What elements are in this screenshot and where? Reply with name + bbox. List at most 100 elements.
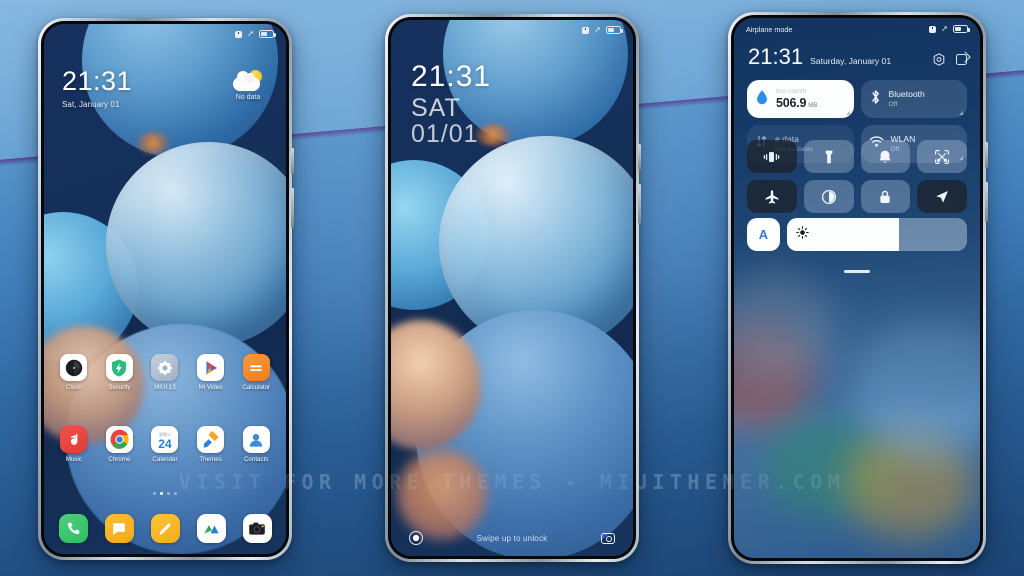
bluetooth-card[interactable]: Bluetooth Off: [860, 80, 967, 118]
app-mi-video[interactable]: Mi Video: [188, 354, 234, 391]
home-clock-date: Sat, January 01: [62, 100, 120, 109]
app-label: Calculator: [242, 384, 271, 391]
app-label: Clock: [66, 384, 82, 391]
data-usage-card[interactable]: this month 506.9 MB: [747, 80, 854, 118]
airplane-icon: ➚: [247, 29, 254, 38]
app-themes[interactable]: Themes: [188, 426, 234, 463]
location-toggle[interactable]: [917, 180, 967, 213]
unlock-hint: Swipe up to unlock: [476, 533, 548, 543]
contrast-icon: [821, 189, 837, 205]
sun-icon: [796, 225, 809, 244]
home-clock-widget[interactable]: 21:31 Sat, January 01: [62, 66, 133, 110]
screenshot-toggle[interactable]: [917, 140, 967, 173]
expand-corner-icon[interactable]: [845, 111, 850, 115]
weather-label: No data: [235, 94, 261, 101]
lock-bottom-bar: Swipe up to unlock: [391, 531, 633, 545]
message-icon[interactable]: [104, 514, 134, 543]
app-label: Security: [108, 384, 131, 391]
app-label: Music: [65, 456, 82, 463]
lock-icon: [878, 189, 892, 205]
watermark-overlay: VISIT FOR MORE THEMES - MIUITHEMER.COM: [178, 470, 846, 494]
calendar-icon: 星期二 24: [151, 426, 179, 453]
alarm-icon: [235, 30, 243, 38]
app-grid-row-2: Music Chrome 星期二 24 Calendar Themes Cont…: [44, 426, 286, 463]
card-unit: MB: [808, 102, 818, 109]
volume-button[interactable]: [985, 182, 988, 222]
weather-widget[interactable]: No data: [224, 70, 272, 101]
app-grid-row-1: Clock Security MIUI 13 Mi Video Calculat…: [44, 354, 286, 391]
airplane-icon: [764, 189, 780, 205]
gallery-icon[interactable]: [196, 514, 226, 543]
screen-lock-toggle[interactable]: [860, 180, 911, 213]
brightness-row: A: [747, 218, 967, 251]
app-label: Chrome: [108, 456, 131, 463]
calculator-icon: [242, 354, 270, 381]
scissors-screenshot-icon: [934, 149, 950, 165]
lock-clock: 21:31 SAT 01/01: [411, 62, 491, 148]
control-center-header: 21:31 Saturday, January 01: [748, 46, 967, 68]
music-note-icon: [60, 426, 88, 453]
power-button[interactable]: [638, 144, 641, 170]
card-title: this month: [776, 88, 807, 96]
airplane-icon: ➚: [594, 25, 601, 34]
location-arrow-icon: [934, 189, 950, 205]
app-label: Themes: [199, 456, 222, 463]
camera-icon[interactable]: [242, 514, 272, 543]
brightness-slider-fill: [787, 218, 899, 251]
flashlight-toggle[interactable]: [803, 140, 854, 173]
status-label: Airplane mode: [746, 24, 793, 34]
paint-roller-icon: [197, 426, 225, 453]
volume-button[interactable]: [291, 188, 294, 228]
brightness-slider[interactable]: [787, 218, 967, 251]
app-music[interactable]: Music: [51, 426, 97, 463]
shield-icon: [105, 354, 133, 381]
alarm-icon: [582, 26, 590, 34]
battery-icon: [953, 25, 970, 33]
status-bar: ➚: [391, 20, 633, 40]
phone-icon[interactable]: [58, 514, 88, 543]
pencil-icon[interactable]: [150, 514, 180, 543]
person-icon: [242, 426, 270, 453]
app-miui13[interactable]: MIUI 13: [142, 354, 188, 391]
home-clock-time: 21:31: [62, 66, 133, 96]
status-bar: Airplane mode ➚: [734, 18, 980, 40]
edit-icon[interactable]: [956, 54, 967, 65]
auto-brightness-button[interactable]: A: [747, 218, 780, 251]
chrome-icon: [105, 426, 133, 453]
status-bar: ➚: [44, 24, 286, 44]
card-value: 506.9: [776, 95, 807, 110]
lock-clock-time: 21:31: [411, 60, 492, 93]
screenshot-stage: VISIT FOR MORE THEMES - MIUITHEMER.COM: [0, 0, 1024, 576]
app-label: Mi Video: [198, 384, 223, 391]
calendar-day: 24: [158, 436, 172, 451]
flashlight-icon: [823, 149, 835, 165]
app-label: Contacts: [243, 456, 269, 463]
power-button[interactable]: [291, 148, 294, 174]
ringer-toggle[interactable]: [860, 140, 911, 173]
clock-icon: [60, 354, 88, 381]
airplane-toggle[interactable]: [747, 180, 797, 213]
power-button[interactable]: [985, 142, 988, 168]
app-chrome[interactable]: Chrome: [97, 426, 143, 463]
vibrate-icon: [763, 150, 780, 164]
assistant-ring-icon[interactable]: [409, 531, 423, 545]
camera-icon[interactable]: [600, 532, 615, 544]
vibrate-toggle[interactable]: [747, 140, 797, 173]
app-contacts[interactable]: Contacts: [233, 426, 279, 463]
app-calendar[interactable]: 星期二 24 Calendar: [142, 426, 188, 463]
battery-icon: [606, 26, 623, 34]
app-clock[interactable]: Clock: [51, 354, 97, 391]
battery-icon: [259, 30, 276, 38]
volume-button[interactable]: [638, 184, 641, 224]
app-calculator[interactable]: Calculator: [233, 354, 279, 391]
lock-clock-date: 01/01: [411, 120, 479, 149]
dark-mode-toggle[interactable]: [803, 180, 854, 213]
airplane-icon: ➚: [941, 24, 948, 33]
expand-corner-icon[interactable]: [959, 111, 963, 115]
app-label: Calendar: [152, 456, 178, 463]
drag-handle[interactable]: [844, 270, 870, 273]
dock: [50, 514, 280, 543]
bell-icon: [878, 149, 892, 165]
gear-hex-icon[interactable]: [933, 53, 945, 66]
app-security[interactable]: Security: [97, 354, 143, 391]
